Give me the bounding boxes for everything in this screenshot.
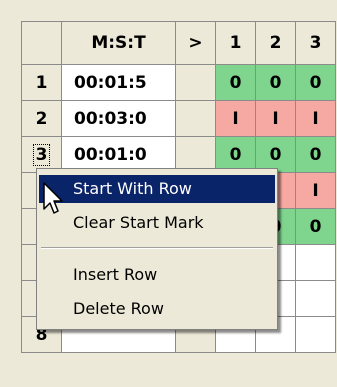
channel-column-header-2[interactable]: 2 (255, 21, 296, 65)
start-marker-cell[interactable] (175, 100, 216, 137)
row-context-menu: Start With Row Clear Start Mark Insert R… (36, 168, 278, 330)
time-column-header[interactable]: M:S:T (61, 21, 176, 65)
table-row[interactable]: 2 00:03:0 I I I (21, 100, 336, 137)
channel-cell[interactable] (295, 280, 336, 317)
menu-separator (41, 247, 273, 249)
mouse-pointer-icon (43, 182, 63, 214)
channel-cell[interactable]: I (295, 172, 336, 209)
grid-header-row: M:S:T > 1 2 3 (21, 21, 336, 65)
insert-row-menu-item[interactable]: Insert Row (39, 261, 275, 289)
time-cell[interactable]: 00:01:5 (61, 64, 176, 101)
corner-header-cell (21, 21, 62, 65)
table-row[interactable]: 1 00:01:5 0 0 0 (21, 64, 336, 101)
channel-cell[interactable]: 0 (295, 136, 336, 173)
row-header[interactable]: 2 (21, 100, 62, 137)
channel-cell[interactable]: I (255, 100, 296, 137)
channel-column-header-3[interactable]: 3 (295, 21, 336, 65)
channel-cell[interactable]: I (215, 100, 256, 137)
channel-cell[interactable]: I (295, 100, 336, 137)
channel-cell[interactable]: 0 (295, 208, 336, 245)
time-cell[interactable]: 00:03:0 (61, 100, 176, 137)
row-header[interactable]: 1 (21, 64, 62, 101)
row-header-label: 3 (32, 143, 51, 166)
channel-cell[interactable]: 0 (295, 64, 336, 101)
start-marker-cell[interactable] (175, 64, 216, 101)
marker-column-header[interactable]: > (175, 21, 216, 65)
channel-cell[interactable]: 0 (215, 64, 256, 101)
start-with-row-menu-item[interactable]: Start With Row (39, 175, 275, 203)
delete-row-menu-item[interactable]: Delete Row (39, 295, 275, 323)
clear-start-mark-menu-item[interactable]: Clear Start Mark (39, 209, 275, 237)
channel-cell[interactable] (295, 244, 336, 281)
channel-column-header-1[interactable]: 1 (215, 21, 256, 65)
channel-cell[interactable]: 0 (255, 64, 296, 101)
channel-cell[interactable] (295, 316, 336, 353)
